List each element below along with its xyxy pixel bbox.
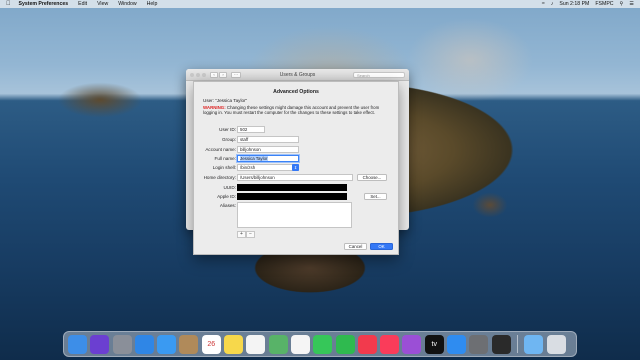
warning-message: WARNING: Changing these settings might d… xyxy=(203,105,393,116)
ok-button[interactable]: OK xyxy=(370,243,393,250)
account-name-row: Account name: billjohnson xyxy=(194,146,400,154)
safari-icon[interactable] xyxy=(134,334,154,354)
user-id-row: User ID: 502 xyxy=(194,126,400,134)
zoom-icon[interactable] xyxy=(202,72,206,77)
warning-text: Changing these settings might damage thi… xyxy=(203,105,380,116)
back-button[interactable]: ‹ xyxy=(210,71,218,78)
show-all-icon[interactable]: ⋯ xyxy=(231,71,241,78)
group-field[interactable]: staff xyxy=(237,136,299,143)
facetime-icon[interactable] xyxy=(335,334,355,354)
photos-icon[interactable] xyxy=(290,334,310,354)
trash-icon[interactable] xyxy=(546,334,566,354)
aliases-list[interactable] xyxy=(237,202,352,228)
menu-help[interactable]: Help xyxy=(147,1,158,7)
menu-bar:  System Preferences Edit View Window He… xyxy=(0,0,640,8)
chevron-down-icon: ⇕ xyxy=(292,164,299,171)
news-icon[interactable] xyxy=(357,334,377,354)
search-input[interactable]: Search xyxy=(353,72,405,78)
full-name-row: Full name: Jessica Taylor xyxy=(194,155,400,163)
aliases-row: Aliases: xyxy=(194,202,400,230)
mail-icon[interactable] xyxy=(157,334,177,354)
notes-icon[interactable] xyxy=(224,334,244,354)
reminders-icon[interactable] xyxy=(246,334,266,354)
account-name-label: Account name: xyxy=(205,147,236,152)
apple-id-row: Apple ID: Set... xyxy=(194,193,400,201)
user-id-label: User ID: xyxy=(219,127,236,132)
downloads-folder-icon[interactable] xyxy=(524,334,544,354)
menu-edit[interactable]: Edit xyxy=(78,1,87,7)
advanced-options-sheet: Advanced Options User: “Jessica Taylor” … xyxy=(193,81,399,255)
full-name-field[interactable]: Jessica Taylor xyxy=(237,155,299,162)
full-name-value: Jessica Taylor xyxy=(240,156,268,161)
siri-icon[interactable] xyxy=(90,334,110,354)
account-name-field[interactable]: billjohnson xyxy=(237,146,299,153)
contacts-icon[interactable] xyxy=(179,334,199,354)
warning-label: WARNING: xyxy=(203,105,226,110)
system-preferences-icon[interactable] xyxy=(469,334,489,354)
group-row: Group: staff xyxy=(194,136,400,144)
cancel-button[interactable]: Cancel xyxy=(344,243,367,250)
uuid-row: UUID: xyxy=(194,184,400,192)
minimize-icon[interactable] xyxy=(196,72,200,77)
aliases-add-remove: + − xyxy=(237,231,255,238)
full-name-label: Full name: xyxy=(214,156,236,161)
set-button[interactable]: Set... xyxy=(364,193,387,200)
home-directory-row: Home directory: /Users/billjohnson Choos… xyxy=(194,174,400,182)
aliases-label: Aliases: xyxy=(219,203,236,208)
launchpad-icon[interactable] xyxy=(112,334,132,354)
calendar-icon[interactable]: 26 xyxy=(201,334,221,354)
wifi-icon[interactable]: ≈ xyxy=(542,1,545,7)
finder-icon[interactable] xyxy=(68,334,87,354)
dock-separator xyxy=(516,335,518,353)
home-directory-label: Home directory: xyxy=(203,175,236,180)
uuid-label: UUID: xyxy=(223,185,236,190)
menubar-clock[interactable]: Sun 2:18 PM xyxy=(559,1,589,7)
remove-alias-button[interactable]: − xyxy=(246,231,255,238)
maps-icon[interactable] xyxy=(268,334,288,354)
music-icon[interactable] xyxy=(380,334,400,354)
quicktime-icon[interactable] xyxy=(491,334,511,354)
close-icon[interactable] xyxy=(190,72,194,77)
messages-icon[interactable] xyxy=(313,334,333,354)
login-shell-select[interactable]: /bin/zsh ⇕ xyxy=(237,164,299,171)
choose-button[interactable]: Choose... xyxy=(357,174,387,181)
spotlight-icon[interactable]: ⚲ xyxy=(620,1,624,7)
apple-id-field-redacted xyxy=(237,193,347,200)
forward-button[interactable]: › xyxy=(219,71,227,78)
podcasts-icon[interactable] xyxy=(402,334,422,354)
menu-window[interactable]: Window xyxy=(118,1,136,7)
uuid-field-redacted[interactable] xyxy=(237,184,347,191)
tv-icon[interactable]: tv xyxy=(424,334,444,354)
home-directory-field[interactable]: /Users/billjohnson xyxy=(237,174,353,181)
menubar-user[interactable]: FSMPC xyxy=(595,1,613,7)
sheet-title: Advanced Options xyxy=(273,89,319,95)
volume-icon[interactable]: ♪ xyxy=(551,1,554,7)
window-titlebar: ‹ › ⋯ Users & Groups Search xyxy=(186,69,409,81)
user-line: User: “Jessica Taylor” xyxy=(203,98,248,103)
login-shell-label: Login shell: xyxy=(212,165,236,170)
menu-view[interactable]: View xyxy=(97,1,108,7)
control-center-icon[interactable]: ☰ xyxy=(629,1,634,7)
login-shell-row: Login shell: /bin/zsh ⇕ xyxy=(194,164,400,172)
add-alias-button[interactable]: + xyxy=(237,231,246,238)
dock: 26 tv xyxy=(63,331,577,357)
menu-app-name[interactable]: System Preferences xyxy=(19,1,69,7)
app-store-icon[interactable] xyxy=(447,334,467,354)
group-label: Group: xyxy=(221,137,236,142)
login-shell-value: /bin/zsh xyxy=(240,165,256,170)
user-id-field[interactable]: 502 xyxy=(237,126,265,133)
apple-id-label: Apple ID: xyxy=(217,194,236,199)
apple-menu-icon[interactable]:  xyxy=(6,1,11,7)
